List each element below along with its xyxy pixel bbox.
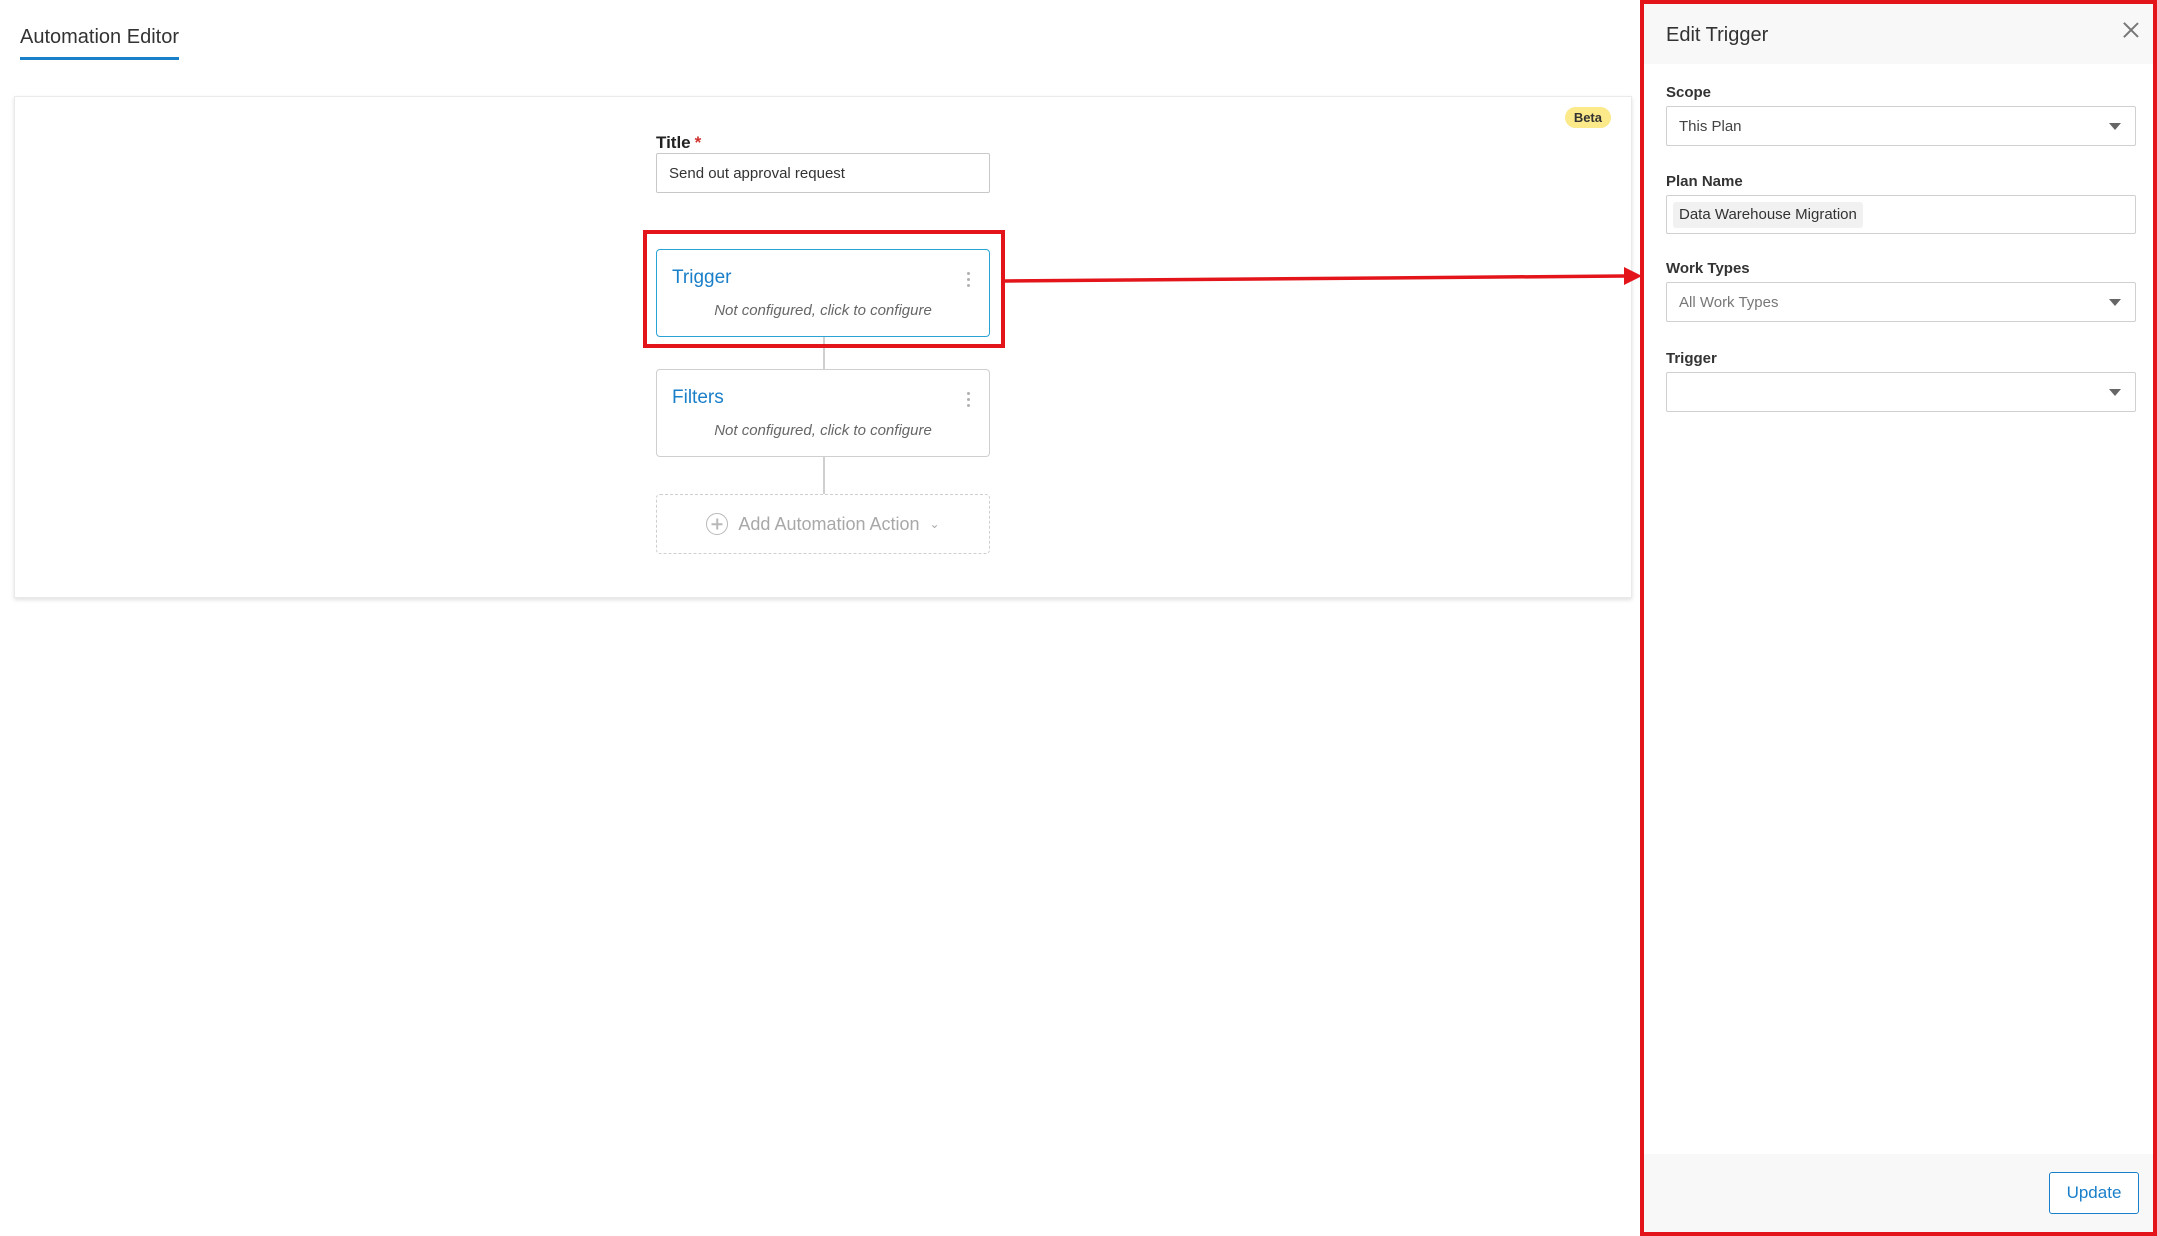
tab-automation-editor[interactable]: Automation Editor [20, 26, 179, 60]
work-types-value: All Work Types [1679, 294, 1779, 311]
connector-line [823, 337, 825, 369]
chevron-down-icon: ⌄ [929, 517, 940, 531]
editor-canvas: Beta Title* Trigger Not configured, clic… [14, 96, 1632, 598]
scope-label: Scope [1666, 84, 1712, 101]
trigger-select[interactable] [1666, 372, 2136, 412]
plan-name-field[interactable]: Data Warehouse Migration [1666, 195, 2136, 234]
caret-down-icon [2109, 299, 2121, 306]
work-types-select[interactable]: All Work Types [1666, 282, 2136, 322]
plus-circle-icon [706, 513, 729, 535]
plan-name-tag: Data Warehouse Migration [1673, 202, 1863, 228]
trigger-label: Trigger [1666, 350, 1717, 367]
scope-select[interactable]: This Plan [1666, 106, 2136, 146]
title-label: Title * [656, 133, 701, 153]
update-button[interactable]: Update [2049, 1172, 2139, 1214]
filters-node-status: Not configured, click to configure [714, 422, 932, 439]
required-marker: * [694, 133, 702, 152]
panel-header: Edit Trigger [1644, 4, 2153, 64]
caret-down-icon [2109, 123, 2121, 130]
automation-editor-page: Automation Editor Beta Title* Trigger No… [0, 0, 2157, 1236]
close-icon[interactable] [2121, 20, 2141, 40]
filters-node[interactable]: Filters Not configured, click to configu… [656, 369, 990, 457]
beta-badge: Beta [1564, 107, 1611, 128]
filters-node-title: Filters [672, 387, 724, 408]
trigger-node[interactable]: Trigger Not configured, click to configu… [656, 249, 990, 337]
title-label-text: Title [656, 133, 691, 152]
panel-footer: Update [1644, 1154, 2153, 1232]
panel-title: Edit Trigger [1666, 24, 1769, 46]
trigger-node-title: Trigger [672, 267, 732, 288]
edit-trigger-panel: Edit Trigger Scope This Plan Plan Name D… [1640, 0, 2157, 1236]
trigger-node-status: Not configured, click to configure [714, 302, 932, 319]
kebab-icon[interactable] [967, 392, 971, 410]
kebab-icon[interactable] [967, 272, 971, 290]
add-automation-action-button[interactable]: Add Automation Action ⌄ [656, 494, 990, 554]
title-input[interactable] [656, 153, 990, 193]
caret-down-icon [2109, 389, 2121, 396]
work-types-label: Work Types [1666, 260, 1750, 277]
plan-name-label: Plan Name [1666, 173, 1743, 190]
connector-line [823, 457, 825, 494]
scope-value: This Plan [1679, 118, 1742, 135]
add-automation-action-label: Add Automation Action [738, 513, 920, 534]
